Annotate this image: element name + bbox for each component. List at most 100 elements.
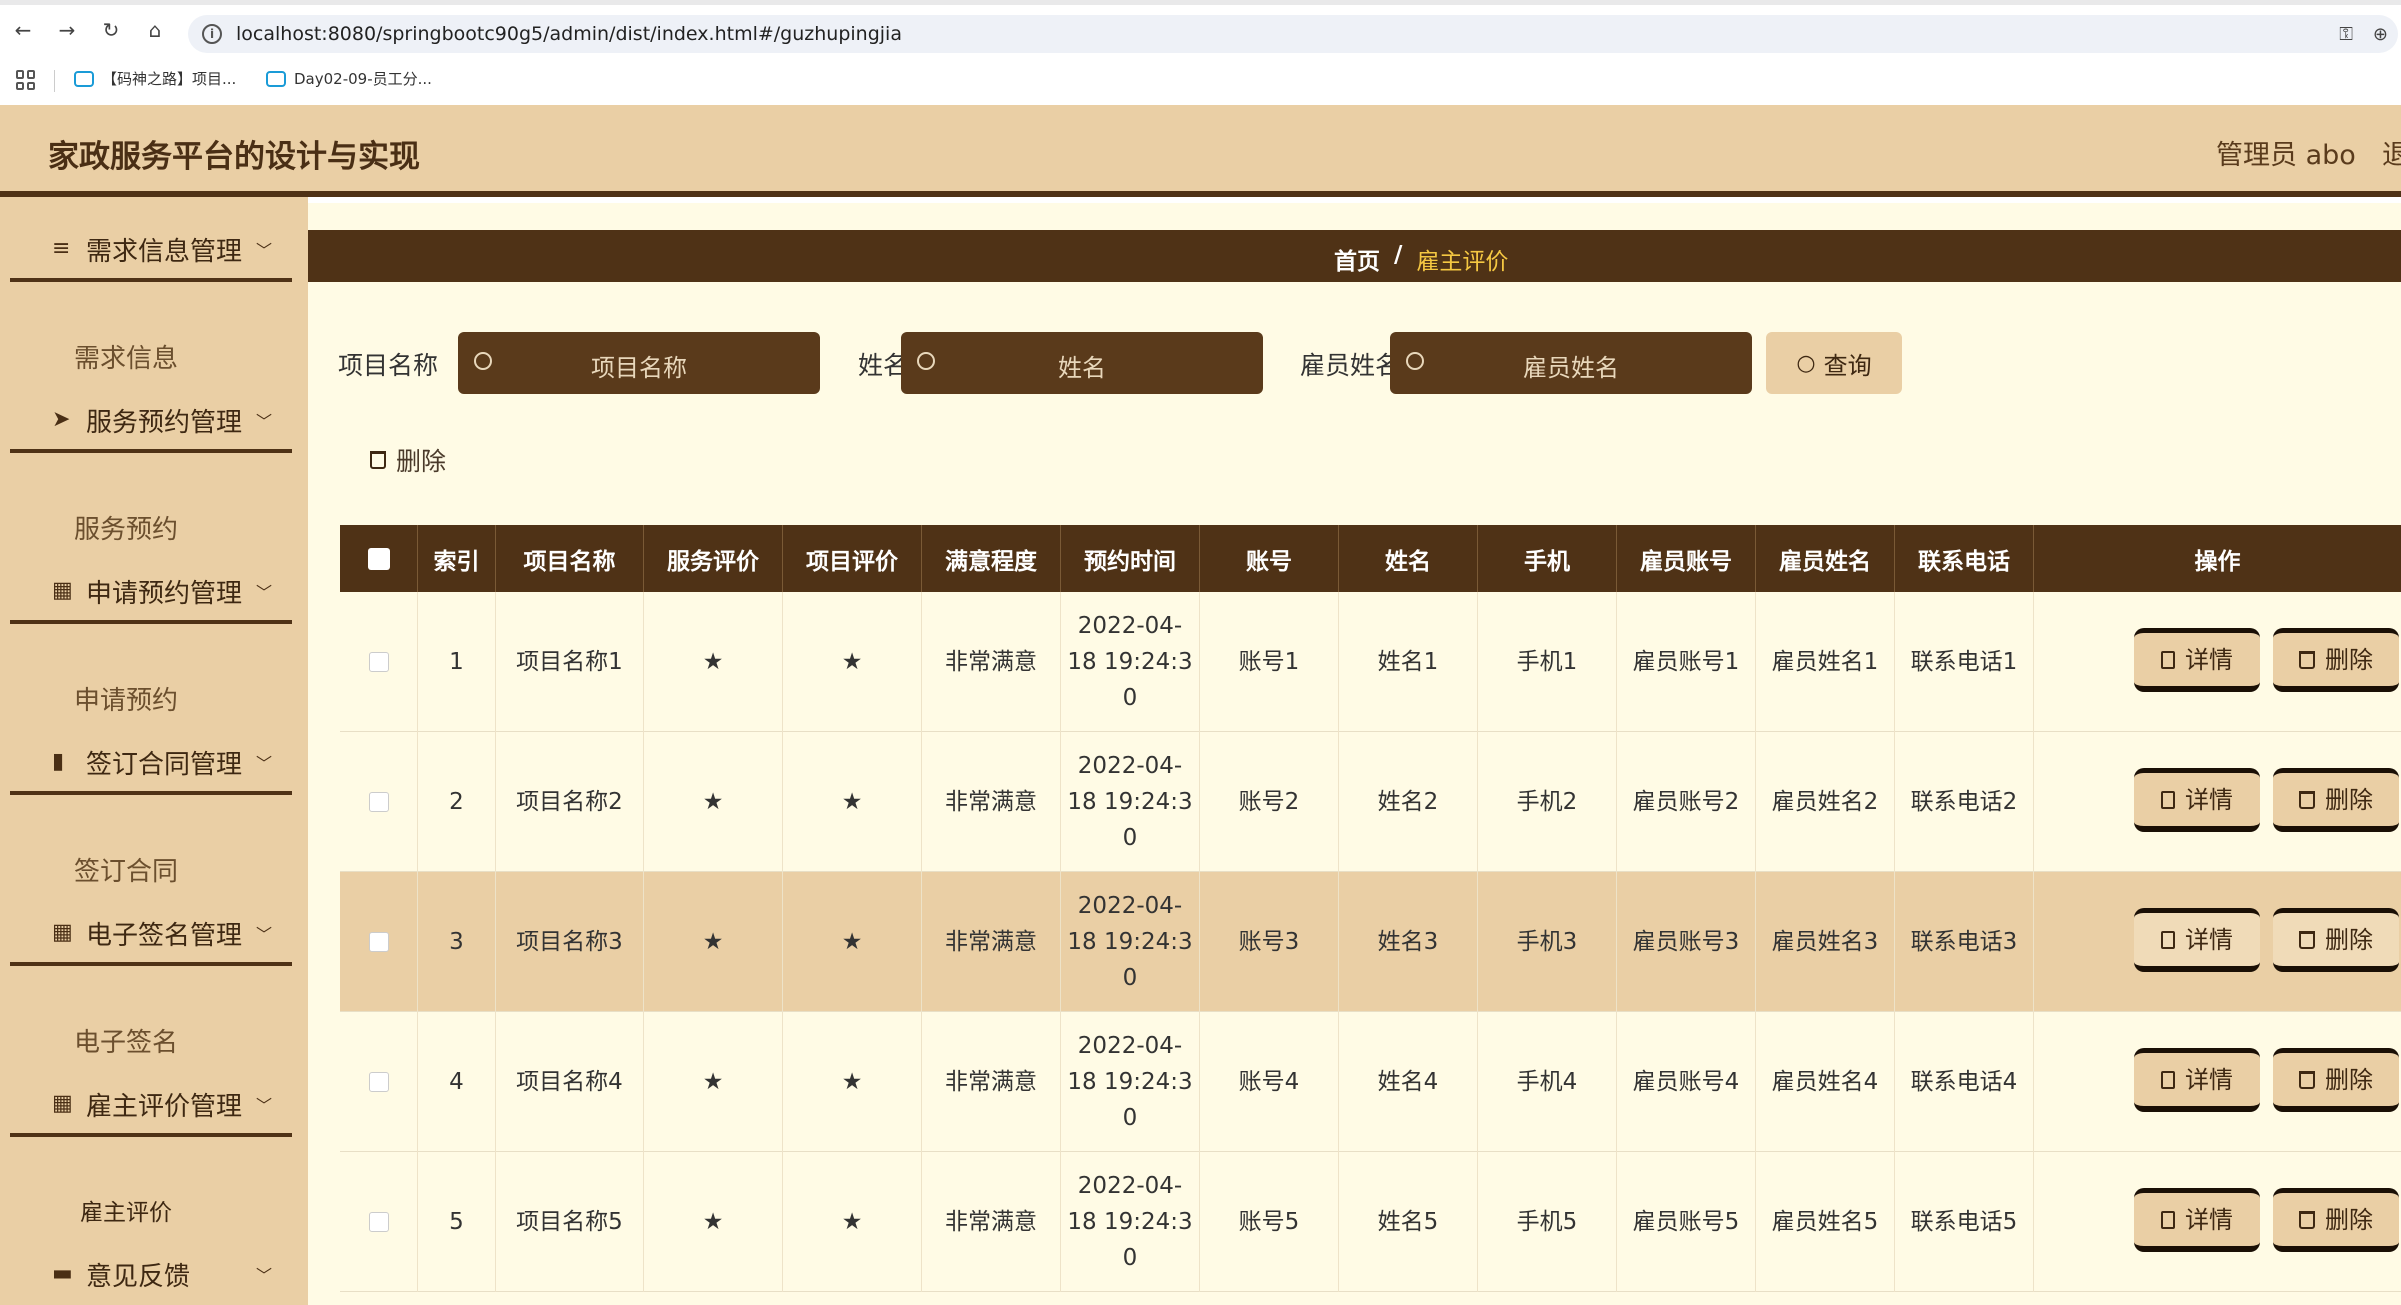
document-icon (2161, 930, 2175, 949)
col-header: 项目评价 (783, 525, 922, 592)
key-icon[interactable]: ⚿ (2339, 24, 2353, 45)
cell-time: 2022-04- 18 19:24:3 0 (1061, 1012, 1200, 1152)
menu-label: 意见反馈 (86, 1261, 191, 1292)
chevron-down-icon: ﹀ (256, 754, 273, 773)
search-label-employee-name: 雇员姓名 (1300, 351, 1401, 380)
cell-emp-account: 雇员账号2 (1617, 732, 1756, 872)
time-text: 2022-04- 18 19:24:3 0 (1067, 1168, 1192, 1276)
select-all-checkbox[interactable] (367, 547, 390, 570)
document-icon (2161, 1210, 2175, 1229)
cell-emp-name: 雇员姓名5 (1756, 1152, 1895, 1292)
row-checkbox[interactable] (368, 652, 389, 672)
menu-head-apply[interactable]: ▦ 申请预约管理 ﹀ (10, 562, 292, 624)
menu-head-demand[interactable]: ≡ 需求信息管理 ﹀ (10, 220, 292, 282)
employee-name-input[interactable]: 雇员姓名 (1390, 332, 1752, 394)
bookmarks-bar: 【码神之路】项目... Day02-09-员工分... (0, 58, 2401, 104)
user-name[interactable]: 管理员 abo (2216, 133, 2356, 172)
cell-actions: 详情 删除 (2034, 1152, 2401, 1292)
top-strip (308, 197, 2401, 203)
detail-button[interactable]: 详情 (2134, 628, 2260, 692)
address-bar[interactable]: i localhost:8080/springbootc90g5/admin/d… (188, 15, 2398, 53)
col-header: 预约时间 (1061, 525, 1200, 592)
time-line: 0 (1122, 825, 1138, 851)
select-cell (340, 732, 418, 872)
detail-button[interactable]: 详情 (2134, 1048, 2260, 1112)
cell-emp-name: 雇员姓名2 (1756, 732, 1895, 872)
menu-head-employer-review[interactable]: ▦ 雇主评价管理 ﹀ (10, 1075, 292, 1137)
name-input[interactable]: 姓名 (901, 332, 1263, 394)
select-cell (340, 1152, 418, 1292)
row-checkbox[interactable] (368, 1072, 389, 1092)
apps-icon[interactable] (16, 70, 36, 90)
detail-button[interactable]: 详情 (2134, 768, 2260, 832)
menu-head-service[interactable]: ➤ 服务预约管理 ﹀ (10, 391, 292, 453)
trash-icon (370, 451, 386, 469)
col-header: 项目名称 (496, 525, 644, 592)
list-icon: ≡ (52, 236, 71, 261)
delete-button[interactable]: 删除 (2273, 628, 2399, 692)
table-header: 索引 项目名称 服务评价 项目评价 满意程度 预约时间 账号 姓名 手机 雇员账… (340, 525, 2401, 592)
logout-link[interactable]: 退 (2382, 133, 2401, 172)
col-header: 雇员姓名 (1756, 525, 1895, 592)
forward-icon[interactable]: → (56, 19, 78, 41)
bookmark-item[interactable]: Day02-09-员工分... (266, 68, 432, 89)
detail-button[interactable]: 详情 (2134, 1188, 2260, 1252)
col-header: 索引 (418, 525, 496, 592)
cell-project: ★ (783, 872, 922, 1012)
bilibili-icon (74, 70, 94, 87)
col-header: 服务评价 (644, 525, 783, 592)
cell-username: 姓名5 (1339, 1152, 1478, 1292)
cell-account: 账号3 (1200, 872, 1339, 1012)
time-text: 2022-04- 18 19:24:3 0 (1067, 608, 1192, 716)
cell-phone: 手机5 (1478, 1152, 1617, 1292)
reload-icon[interactable]: ↻ (100, 19, 122, 41)
row-checkbox[interactable] (368, 932, 389, 952)
breadcrumb-bar: 首页 / 雇主评价 (308, 230, 2401, 282)
menu-label: 雇主评价管理 (86, 1091, 243, 1122)
time-line: 2022-04- (1077, 1173, 1183, 1199)
query-button[interactable]: ○ 查询 (1766, 332, 1902, 394)
batch-delete-label: 删除 (396, 447, 447, 476)
chevron-down-icon: ﹀ (256, 583, 273, 602)
sidebar-item-service-booking[interactable]: 服务预约 (74, 509, 178, 546)
sidebar-item-esign[interactable]: 电子签名 (74, 1022, 178, 1059)
sidebar-item-contract[interactable]: 签订合同 (74, 851, 178, 888)
cell-emp-account: 雇员账号3 (1617, 872, 1756, 1012)
detail-button[interactable]: 详情 (2134, 908, 2260, 972)
menu-head-feedback[interactable]: ▬ 意见反馈 ﹀ (10, 1245, 292, 1303)
time-line: 18 19:24:3 (1067, 789, 1193, 815)
col-header: 雇员账号 (1617, 525, 1756, 592)
delete-button[interactable]: 删除 (2273, 768, 2399, 832)
zoom-icon[interactable]: ⊕ (2373, 24, 2388, 45)
cell-emp-name: 雇员姓名3 (1756, 872, 1895, 1012)
main-content: 首页 / 雇主评价 项目名称 项目名称 姓名 姓名 雇员姓名 雇员姓名 ○ 查询… (308, 197, 2401, 1305)
sidebar-item-demand-info[interactable]: 需求信息 (74, 338, 178, 375)
time-line: 18 19:24:3 (1067, 929, 1193, 955)
breadcrumb-home[interactable]: 首页 (1334, 242, 1380, 276)
delete-button[interactable]: 删除 (2273, 1048, 2399, 1112)
project-name-input[interactable]: 项目名称 (458, 332, 820, 394)
delete-button[interactable]: 删除 (2273, 908, 2399, 972)
back-icon[interactable]: ← (12, 19, 34, 41)
sidebar-item-apply-booking[interactable]: 申请预约 (74, 680, 178, 717)
cell-project: ★ (783, 592, 922, 732)
breadcrumb-separator: / (1394, 242, 1403, 268)
row-checkbox[interactable] (368, 1212, 389, 1232)
table-row: 2 项目名称2 ★ ★ 非常满意 2022-04- 18 19:24:3 0 账号2 姓名2 手机2… (340, 732, 2401, 872)
row-checkbox[interactable] (368, 792, 389, 812)
home-icon[interactable]: ⌂ (144, 19, 166, 41)
table-row: 3 项目名称3 ★ ★ 非常满意 2022-04- 18 19:24:3 0 账号3 姓名3 手机3… (340, 872, 2401, 1012)
delete-button[interactable]: 删除 (2273, 1188, 2399, 1252)
cell-service: ★ (644, 872, 783, 1012)
menu-head-esign[interactable]: ▦ 电子签名管理 ﹀ (10, 904, 292, 966)
site-info-icon[interactable]: i (202, 24, 222, 44)
menu-head-contract[interactable]: ▮ 签订合同管理 ﹀ (10, 733, 292, 795)
batch-delete-button[interactable]: 删除 (370, 442, 446, 478)
sidebar-item-employer-review[interactable]: 雇主评价 (80, 1193, 172, 1227)
time-text: 2022-04- 18 19:24:3 0 (1067, 1028, 1192, 1136)
bookmark-item[interactable]: 【码神之路】项目... (74, 68, 236, 89)
cell-name: 项目名称3 (496, 872, 644, 1012)
url-text[interactable]: localhost:8080/springbootc90g5/admin/dis… (236, 23, 902, 45)
cell-satisfaction: 非常满意 (922, 592, 1061, 732)
time-line: 2022-04- (1077, 613, 1183, 639)
